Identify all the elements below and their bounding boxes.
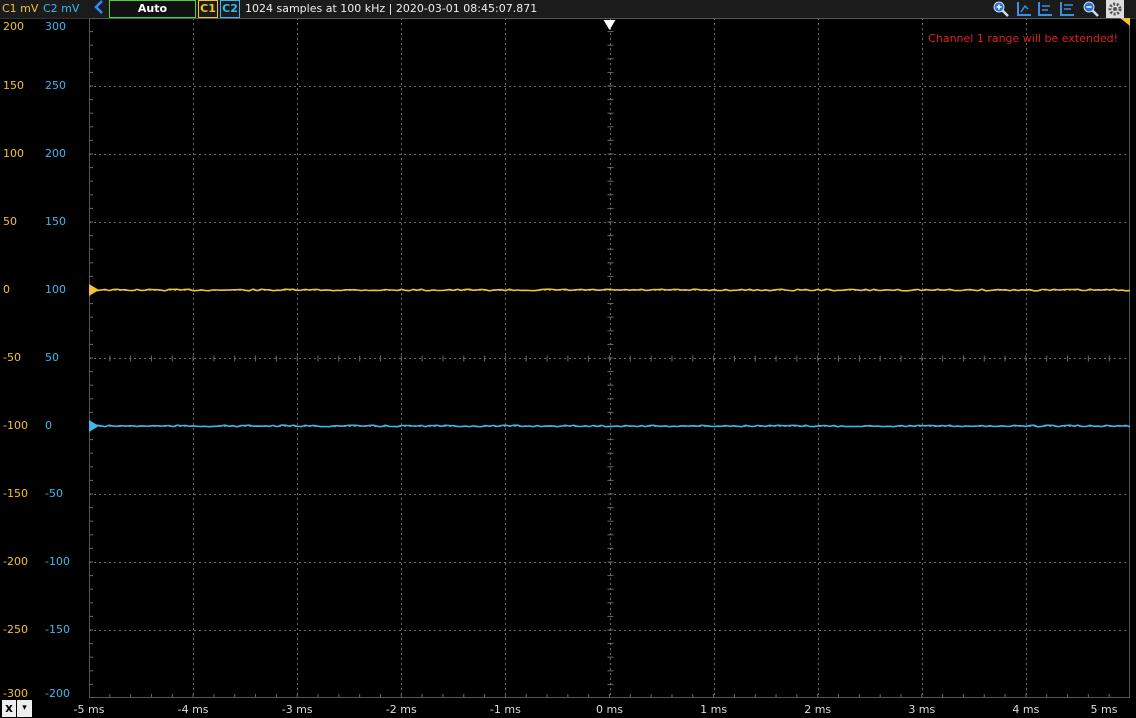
c1-tick-label: 100: [3, 147, 24, 160]
cursor-right-icon: [1060, 2, 1074, 16]
c2-tick-label: 50: [45, 351, 59, 364]
settings-button[interactable]: [1106, 0, 1124, 18]
toolbar: C1 mV C2 mV Auto C1 C2 1024 samples at 1…: [0, 0, 1136, 19]
cursor-right-button[interactable]: [1058, 0, 1076, 18]
x-axis-button[interactable]: x: [2, 700, 16, 717]
c2-tick-label: -50: [45, 487, 63, 500]
channel1-button[interactable]: C1: [198, 0, 218, 18]
c1-unit-label: C1 mV: [2, 2, 39, 15]
c2-tick-label: 200: [45, 147, 66, 160]
chevron-left-icon: [94, 0, 103, 14]
cursor-both-button[interactable]: [1036, 0, 1054, 18]
c2-tick-label: -150: [45, 623, 70, 636]
x-tick-label: 0 ms: [596, 703, 623, 716]
c2-unit-label: C2 mV: [43, 2, 80, 15]
c2-tick-label: 250: [45, 79, 66, 92]
c2-tick-label: 150: [45, 215, 66, 228]
c2-tick-label: 0: [45, 419, 52, 432]
c1-tick-label: -50: [3, 351, 21, 364]
back-button[interactable]: [92, 0, 106, 18]
cursor-left-button[interactable]: [1015, 0, 1033, 18]
x-tick-label: 5 ms: [1090, 703, 1118, 716]
c1-tick-label: -150: [3, 487, 28, 500]
c1-tick-label: -300: [3, 687, 28, 700]
c2-tick-label: -100: [45, 555, 70, 568]
zoom-out-icon: [1083, 1, 1099, 17]
c1-tick-label: 200: [3, 20, 24, 33]
cursor-both-icon: [1038, 2, 1052, 16]
c2-tick-label: -200: [45, 687, 70, 700]
x-tick-label: 3 ms: [908, 703, 936, 716]
c1-tick-label: 50: [3, 215, 17, 228]
c1-tick-label: -100: [3, 419, 28, 432]
c1-tick-label: 150: [3, 79, 24, 92]
c2-tick-label: 100: [45, 283, 66, 296]
mode-auto-button[interactable]: Auto: [109, 0, 196, 18]
zoom-out-button[interactable]: [1082, 0, 1100, 18]
c1-tick-label: -250: [3, 623, 28, 636]
x-tick-label: -1 ms: [489, 703, 521, 716]
x-axis-dropdown[interactable]: ▾: [17, 700, 32, 717]
c1-tick-label: 0: [3, 283, 10, 296]
c2-tick-label: 300: [45, 20, 66, 33]
oscilloscope-plot[interactable]: [89, 18, 1130, 698]
zoom-in-button[interactable]: [992, 0, 1010, 18]
x-tick-label: 4 ms: [1012, 703, 1040, 716]
x-tick-label: -2 ms: [385, 703, 417, 716]
x-tick-label: 2 ms: [804, 703, 832, 716]
zoom-in-icon: [993, 1, 1009, 17]
settings-icon: [1108, 2, 1122, 16]
x-tick-label: -3 ms: [281, 703, 313, 716]
range-warning: Channel 1 range will be extended!: [928, 32, 1118, 45]
x-tick-label: -5 ms: [73, 703, 105, 716]
x-tick-label: -4 ms: [177, 703, 209, 716]
cursor-left-icon: [1017, 2, 1031, 16]
acquisition-info: 1024 samples at 100 kHz | 2020-03-01 08:…: [245, 2, 538, 15]
channel2-button[interactable]: C2: [220, 0, 240, 18]
x-tick-label: 1 ms: [700, 703, 728, 716]
c1-tick-label: -200: [3, 555, 28, 568]
